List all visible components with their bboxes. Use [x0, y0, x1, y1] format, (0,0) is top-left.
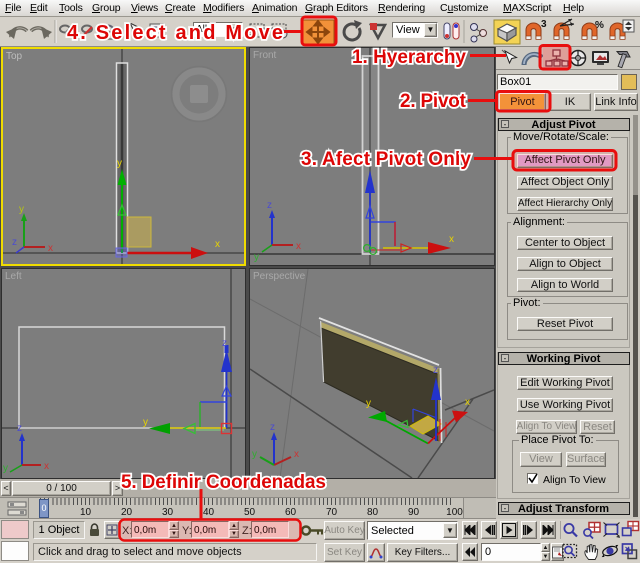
svg-text:y: y	[254, 252, 259, 263]
svg-text:x: x	[44, 461, 49, 472]
svg-text:Perspective: Perspective	[253, 271, 306, 282]
svg-text:z: z	[267, 200, 272, 211]
svg-text:x: x	[465, 397, 470, 408]
svg-text:y: y	[117, 158, 122, 169]
svg-text:z: z	[433, 365, 438, 376]
svg-text:y: y	[366, 398, 371, 409]
svg-text:Left: Left	[5, 271, 22, 282]
svg-text:Front: Front	[253, 50, 277, 61]
svg-text:y: y	[19, 204, 24, 215]
svg-text:x: x	[449, 234, 454, 245]
svg-text:z: z	[12, 237, 17, 248]
svg-text:3: 3	[541, 19, 547, 30]
svg-text:y: y	[252, 449, 257, 460]
svg-text:x: x	[215, 239, 220, 250]
svg-text:z: z	[17, 423, 22, 434]
svg-text:z: z	[270, 422, 275, 433]
svg-text:x: x	[48, 243, 53, 254]
svg-text:y: y	[143, 417, 148, 428]
svg-text:y: y	[3, 463, 8, 474]
svg-text:%: %	[595, 20, 604, 31]
svg-text:Top: Top	[6, 51, 23, 62]
svg-text:z: z	[222, 338, 227, 349]
svg-text:x: x	[296, 241, 301, 252]
svg-text:x: x	[294, 449, 299, 460]
